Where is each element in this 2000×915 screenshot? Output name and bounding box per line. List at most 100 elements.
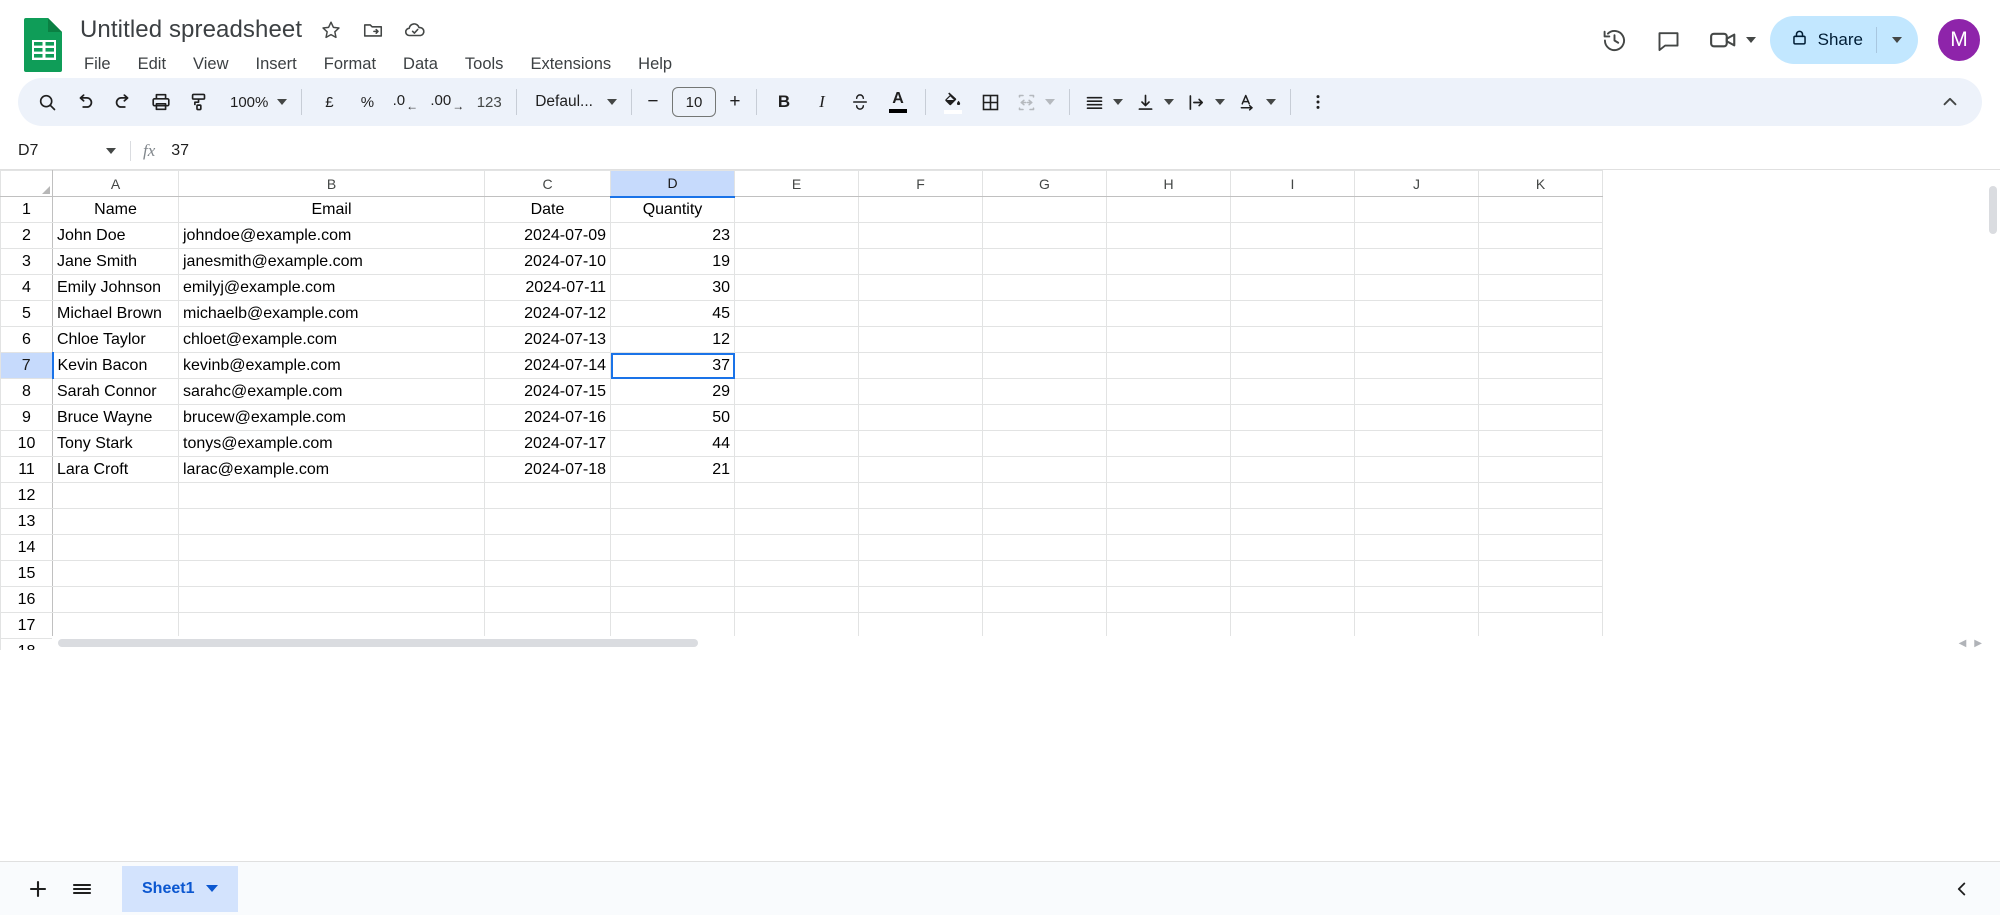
cell-I11[interactable] <box>1230 456 1355 483</box>
cloud-saved-icon[interactable] <box>402 17 428 43</box>
move-to-folder-icon[interactable] <box>360 17 386 43</box>
cell-I1[interactable] <box>1230 196 1355 223</box>
cell-A7[interactable]: Kevin Bacon <box>52 352 179 379</box>
cell-A2[interactable]: John Doe <box>52 222 179 249</box>
cell-D14[interactable] <box>610 534 735 561</box>
comment-icon[interactable] <box>1646 17 1692 63</box>
cell-G1[interactable] <box>982 196 1107 223</box>
column-header-k[interactable]: K <box>1478 170 1603 197</box>
cell-E14[interactable] <box>734 534 859 561</box>
cell-E15[interactable] <box>734 560 859 587</box>
column-header-b[interactable]: B <box>178 170 485 197</box>
cell-G6[interactable] <box>982 326 1107 353</box>
cell-J11[interactable] <box>1354 456 1479 483</box>
cell-K7[interactable] <box>1478 352 1603 379</box>
cell-A14[interactable] <box>52 534 179 561</box>
cell-I14[interactable] <box>1230 534 1355 561</box>
column-header-g[interactable]: G <box>982 170 1107 197</box>
cell-F1[interactable] <box>858 196 983 223</box>
cell-A11[interactable]: Lara Croft <box>52 456 179 483</box>
scroll-right-icon[interactable]: ▶ <box>1974 638 1982 649</box>
cell-K4[interactable] <box>1478 274 1603 301</box>
cell-H13[interactable] <box>1106 508 1231 535</box>
cell-K15[interactable] <box>1478 560 1603 587</box>
cell-B1[interactable]: Email <box>178 196 485 223</box>
cell-D5[interactable]: 45 <box>610 300 735 327</box>
cell-I9[interactable] <box>1230 404 1355 431</box>
cell-H17[interactable] <box>1106 612 1231 639</box>
cell-G2[interactable] <box>982 222 1107 249</box>
cell-B16[interactable] <box>178 586 485 613</box>
cell-C1[interactable]: Date <box>484 196 611 223</box>
cell-G9[interactable] <box>982 404 1107 431</box>
collapse-toolbar-icon[interactable] <box>1932 84 1968 120</box>
cell-K10[interactable] <box>1478 430 1603 457</box>
horizontal-scrollbar[interactable] <box>52 636 1986 650</box>
menu-format[interactable]: Format <box>322 53 378 76</box>
cell-H6[interactable] <box>1106 326 1231 353</box>
cell-A15[interactable] <box>52 560 179 587</box>
cell-D17[interactable] <box>610 612 735 639</box>
cell-H15[interactable] <box>1106 560 1231 587</box>
cell-A9[interactable]: Bruce Wayne <box>52 404 179 431</box>
cell-J14[interactable] <box>1354 534 1479 561</box>
vertical-align-icon[interactable] <box>1129 83 1180 121</box>
bold-button[interactable]: B <box>765 83 803 121</box>
cell-F11[interactable] <box>858 456 983 483</box>
redo-icon[interactable] <box>104 83 142 121</box>
cell-C7[interactable]: 2024-07-14 <box>484 352 611 379</box>
cell-K8[interactable] <box>1478 378 1603 405</box>
italic-button[interactable]: I <box>803 83 841 121</box>
cell-E1[interactable] <box>734 196 859 223</box>
row-header-16[interactable]: 16 <box>0 586 53 613</box>
cell-J13[interactable] <box>1354 508 1479 535</box>
cell-H8[interactable] <box>1106 378 1231 405</box>
cell-G7[interactable] <box>982 352 1107 379</box>
cell-B2[interactable]: johndoe@example.com <box>178 222 485 249</box>
add-sheet-icon[interactable] <box>16 867 60 911</box>
cell-H3[interactable] <box>1106 248 1231 275</box>
cell-D4[interactable]: 30 <box>610 274 735 301</box>
cell-J17[interactable] <box>1354 612 1479 639</box>
cell-C13[interactable] <box>484 508 611 535</box>
sheet-tab-chevron-down-icon[interactable] <box>206 885 219 892</box>
cell-C9[interactable]: 2024-07-16 <box>484 404 611 431</box>
cell-D6[interactable]: 12 <box>610 326 735 353</box>
cell-F7[interactable] <box>858 352 983 379</box>
cell-D9[interactable]: 50 <box>610 404 735 431</box>
borders-icon[interactable] <box>972 83 1010 121</box>
cell-F17[interactable] <box>858 612 983 639</box>
cell-I17[interactable] <box>1230 612 1355 639</box>
cell-G4[interactable] <box>982 274 1107 301</box>
column-header-c[interactable]: C <box>484 170 611 197</box>
cell-J6[interactable] <box>1354 326 1479 353</box>
row-header-7[interactable]: 7 <box>0 352 54 379</box>
font-size-input[interactable] <box>671 87 716 117</box>
more-formats-button[interactable]: 123 <box>470 83 508 121</box>
cell-D1[interactable]: Quantity <box>610 196 735 223</box>
cell-A13[interactable] <box>52 508 179 535</box>
increase-font-size-button[interactable]: + <box>722 91 748 113</box>
cell-G17[interactable] <box>982 612 1107 639</box>
cell-H10[interactable] <box>1106 430 1231 457</box>
cell-B9[interactable]: brucew@example.com <box>178 404 485 431</box>
menu-insert[interactable]: Insert <box>254 53 299 76</box>
cell-D12[interactable] <box>610 482 735 509</box>
cell-I15[interactable] <box>1230 560 1355 587</box>
cell-K5[interactable] <box>1478 300 1603 327</box>
cell-E4[interactable] <box>734 274 859 301</box>
column-header-e[interactable]: E <box>734 170 859 197</box>
cell-H5[interactable] <box>1106 300 1231 327</box>
row-header-1[interactable]: 1 <box>0 196 53 223</box>
cell-I13[interactable] <box>1230 508 1355 535</box>
cell-E10[interactable] <box>734 430 859 457</box>
currency-format-button[interactable]: £ <box>310 83 348 121</box>
row-header-5[interactable]: 5 <box>0 300 53 327</box>
cell-H4[interactable] <box>1106 274 1231 301</box>
cell-D2[interactable]: 23 <box>610 222 735 249</box>
cell-C17[interactable] <box>484 612 611 639</box>
cell-D8[interactable]: 29 <box>610 378 735 405</box>
cell-E9[interactable] <box>734 404 859 431</box>
name-box[interactable]: D7 <box>4 132 128 169</box>
cell-D11[interactable]: 21 <box>610 456 735 483</box>
